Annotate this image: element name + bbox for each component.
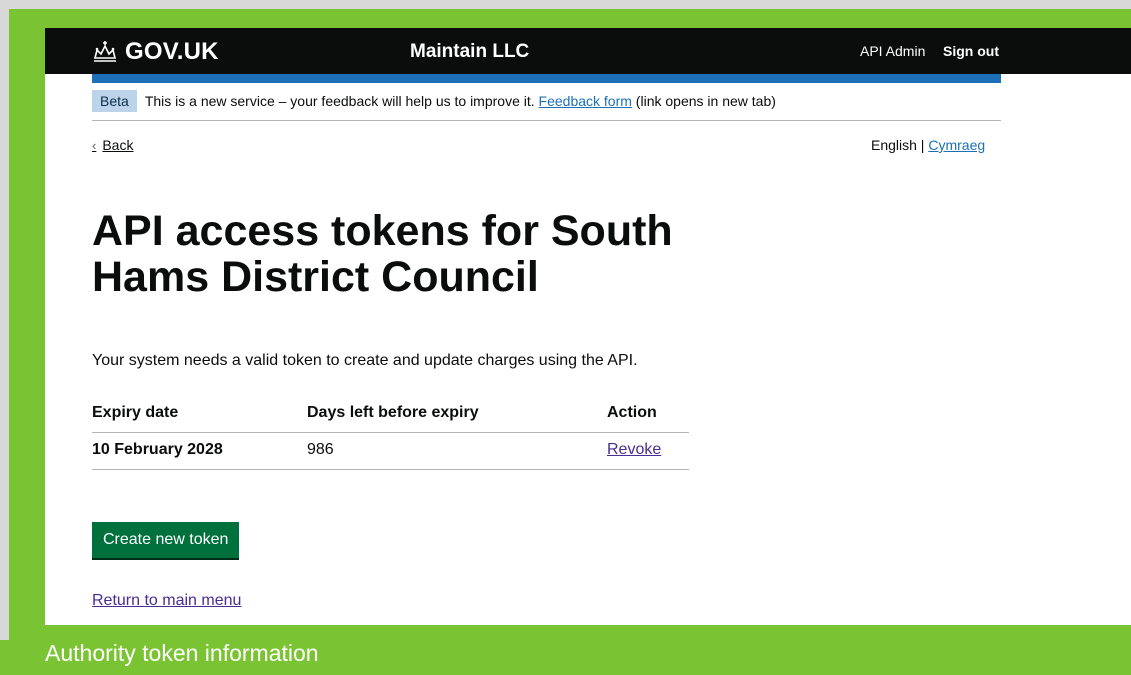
header-expiry-date: Expiry date: [92, 396, 307, 433]
beta-tag: Beta: [92, 90, 137, 112]
govuk-logo[interactable]: GOV.UK: [91, 38, 219, 66]
caption-text: Authority token information: [45, 640, 319, 666]
language-english: English: [871, 137, 917, 153]
back-link-label: Back: [102, 137, 134, 153]
table-row: 10 February 2028 986 Revoke: [92, 432, 689, 470]
back-link[interactable]: ‹ Back: [92, 137, 133, 153]
page-title: API access tokens for South Hams Distric…: [92, 207, 673, 301]
language-welsh-link[interactable]: Cymraeg: [928, 137, 985, 153]
logo-text: GOV.UK: [125, 38, 219, 65]
language-switcher: English | Cymraeg: [871, 137, 985, 153]
beta-text-before: This is a new service – your feedback wi…: [144, 93, 539, 109]
table-header-row: Expiry date Days left before expiry Acti…: [92, 396, 689, 433]
left-edge: [0, 0, 9, 640]
header-blue-bar: [92, 74, 1001, 83]
revoke-link[interactable]: Revoke: [607, 441, 661, 458]
top-edge: [0, 0, 1131, 9]
phase-banner: Beta This is a new service – your feedba…: [92, 90, 1001, 121]
chevron-left-icon: ‹: [92, 137, 97, 153]
header-days-left: Days left before expiry: [307, 396, 607, 433]
return-to-main-menu-link[interactable]: Return to main menu: [92, 592, 241, 610]
govuk-header: GOV.UK Maintain LLC API Admin Sign out: [45, 28, 1131, 74]
tokens-table: Expiry date Days left before expiry Acti…: [92, 396, 689, 470]
browser-page: GOV.UK Maintain LLC API Admin Sign out B…: [45, 28, 1131, 625]
feedback-form-link[interactable]: Feedback form: [539, 93, 632, 109]
create-new-token-button[interactable]: Create new token: [92, 522, 240, 558]
intro-text: Your system needs a valid token to creat…: [92, 352, 638, 369]
nav-sign-out[interactable]: Sign out: [943, 43, 999, 59]
nav-api-admin[interactable]: API Admin: [860, 43, 925, 59]
cell-days-left: 986: [307, 432, 607, 470]
cell-expiry-date: 10 February 2028: [92, 432, 307, 470]
cell-action: Revoke: [607, 432, 689, 470]
crown-icon: [93, 41, 117, 62]
header-action: Action: [607, 396, 689, 433]
beta-banner-text: This is a new service – your feedback wi…: [145, 90, 776, 109]
beta-text-after: (link opens in new tab): [631, 93, 776, 109]
service-name[interactable]: Maintain LLC: [410, 41, 529, 63]
language-separator: |: [916, 137, 929, 153]
